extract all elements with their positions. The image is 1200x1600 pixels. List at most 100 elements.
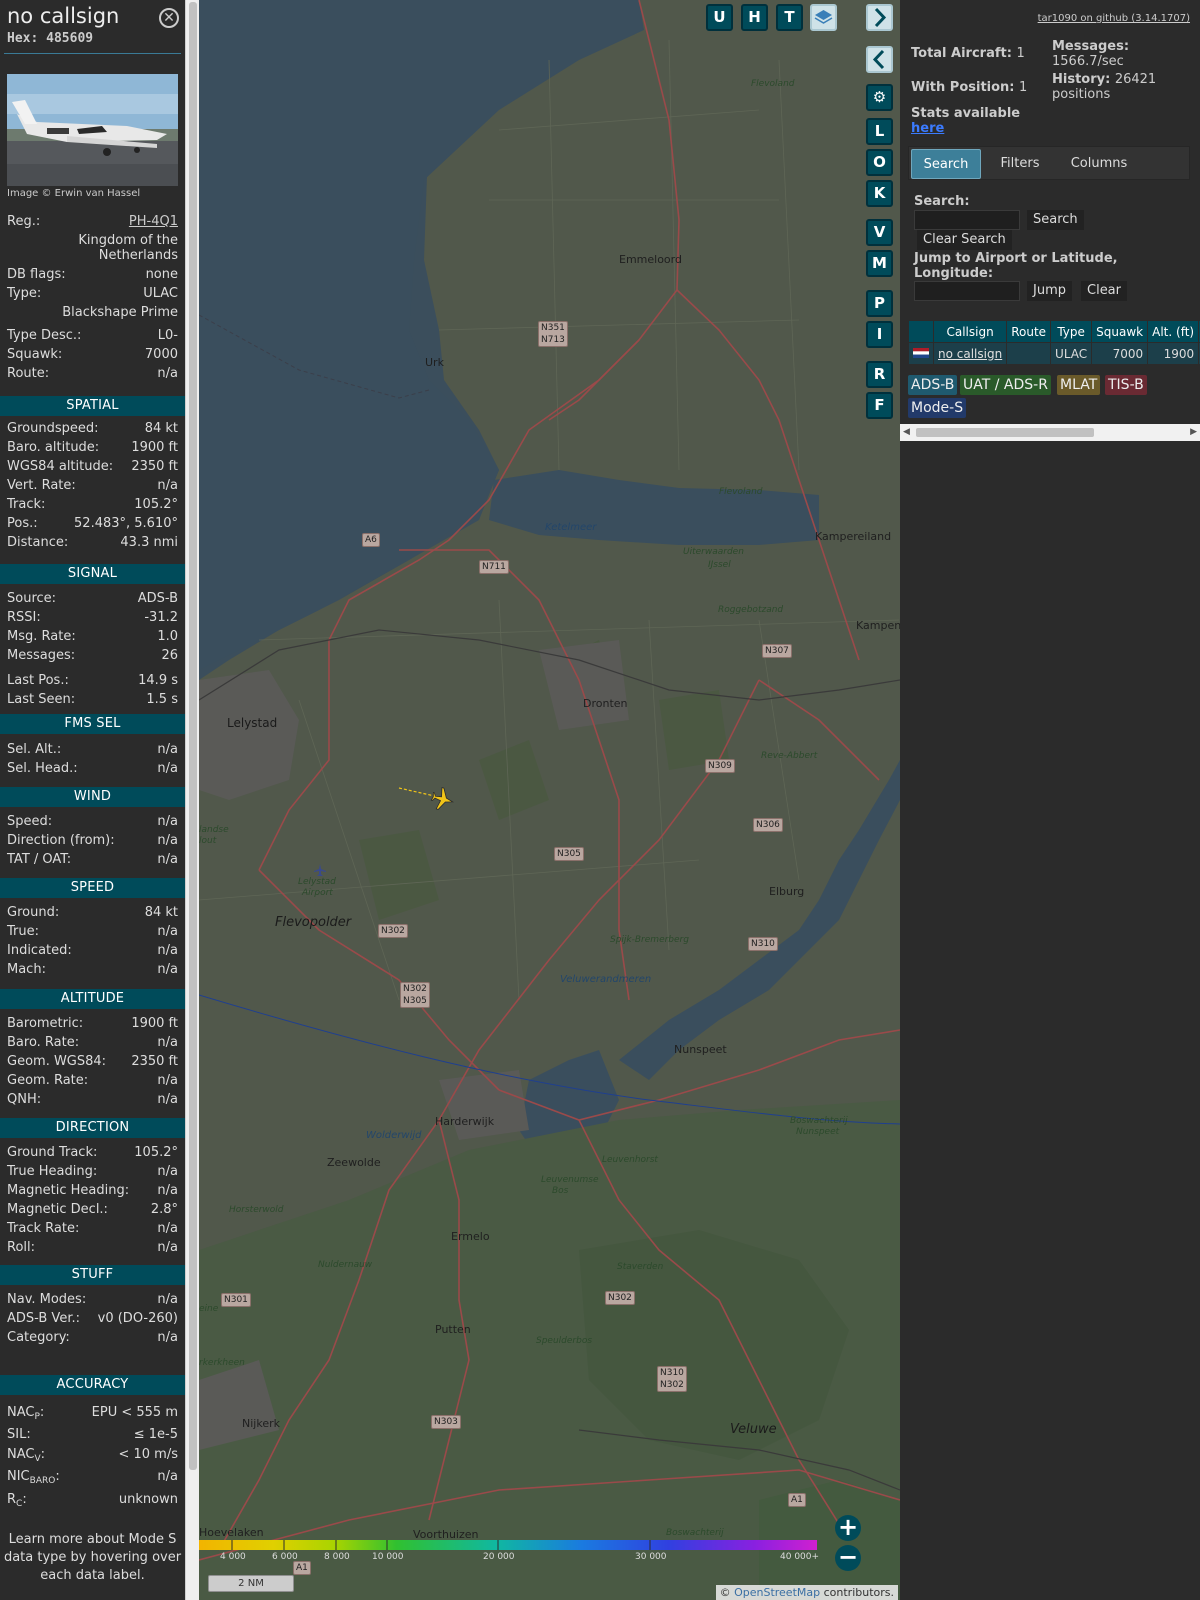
jump-input[interactable] [914,281,1020,301]
label-veluwerandmeren: Veluwerandmeren [560,974,652,985]
toggle-v-button[interactable]: V [866,219,893,246]
layers-icon[interactable] [810,4,837,31]
label-harderwijk: Harderwijk [435,1115,495,1128]
col-callsign[interactable]: Callsign [932,320,1008,343]
fms-row-label[interactable]: Sel. Head.: [7,760,78,778]
signal-row-label[interactable]: Source: [7,590,56,608]
spatial-row-label[interactable]: Baro. altitude: [7,439,99,457]
speed-row-label[interactable]: Ground: [7,904,59,922]
speed-row-label[interactable]: Mach: [7,961,46,979]
spatial-row-label[interactable]: Track: [7,496,45,514]
signal-row-label[interactable]: Last Pos.: [7,672,69,690]
direction-row-value: n/a [157,1164,178,1179]
chevron-right-icon[interactable] [866,4,893,31]
direction-row-label[interactable]: Magnetic Decl.: [7,1201,108,1219]
table-row[interactable]: no callsign ULAC 7000 1900 [908,342,1200,365]
zoom-out-button[interactable]: − [835,1545,861,1571]
shield-n309: N309 [705,759,735,773]
direction-row-label[interactable]: True Heading: [7,1163,97,1181]
toggle-p-button[interactable]: P [866,290,893,317]
aircraft-photo[interactable] [7,74,178,186]
spatial-row-label[interactable]: Distance: [7,534,68,552]
signal-row-label[interactable]: Last Seen: [7,691,75,709]
shield-n310: N310 [748,937,778,951]
direction-row-label[interactable]: Roll: [7,1239,35,1257]
table-horizontal-scrollbar[interactable]: ◀ ▶ [900,424,1200,441]
label-airport: Lelystad [298,877,336,887]
close-icon[interactable]: ✕ [159,8,179,28]
toggle-u-button[interactable]: U [706,4,733,31]
col-type[interactable]: Type [1050,320,1093,343]
openstreetmap-link[interactable]: OpenStreetMap [734,1586,820,1599]
spatial-row-label[interactable]: Groundspeed: [7,420,98,438]
toggle-f-button[interactable]: F [866,392,893,419]
zoom-in-button[interactable]: + [835,1515,861,1541]
toggle-k-button[interactable]: K [866,180,893,207]
direction-row-label[interactable]: Track Rate: [7,1220,79,1238]
wind-row-label[interactable]: Direction (from): [7,832,115,850]
spatial-row-label[interactable]: Pos.: [7,515,38,533]
col-flag[interactable] [908,320,934,343]
direction-row-label[interactable]: Ground Track: [7,1144,97,1162]
signal-row-label[interactable]: RSSI: [7,609,41,627]
toggle-m-button[interactable]: M [866,250,893,277]
altitude-row-label[interactable]: Baro. Rate: [7,1034,79,1052]
scroll-left-icon[interactable]: ◀ [903,427,910,437]
tab-search[interactable]: Search [911,149,981,179]
clear-search-button[interactable]: Clear Search [917,230,1012,250]
spatial-row-label[interactable]: WGS84 altitude: [7,458,113,476]
fms-row: Sel. Alt.: n/a [7,741,178,759]
direction-row-label[interactable]: Magnetic Heading: [7,1182,129,1200]
label-putten: Putten [435,1323,471,1336]
altitude-row-label[interactable]: QNH: [7,1091,41,1109]
fms-row-label[interactable]: Sel. Alt.: [7,741,61,759]
toggle-t-button[interactable]: T [776,4,803,31]
stats-here-link[interactable]: here [911,121,944,136]
label-leuvenhorst: Leuvenhorst [602,1155,658,1165]
shield-a6: A6 [362,533,380,547]
gear-icon[interactable]: ⚙ [866,84,893,111]
stuff-row-label[interactable]: Category: [7,1329,70,1347]
col-route[interactable]: Route [1006,320,1052,343]
spatial-row-label[interactable]: Vert. Rate: [7,477,76,495]
horizontal-scroll-thumb[interactable] [916,428,1094,437]
stuff-row-label[interactable]: ADS-B Ver.: [7,1310,80,1328]
type-value: ULAC [143,286,178,301]
nic-label: NICBARO: [7,1469,60,1486]
toggle-i-button[interactable]: I [866,321,893,348]
search-button[interactable]: Search [1027,210,1084,230]
col-altitude[interactable]: Alt. (ft) [1147,320,1200,343]
history-stat: History: 26421 positions [1052,72,1157,102]
speed-row-label[interactable]: True: [7,923,39,941]
search-input[interactable] [914,210,1020,230]
altitude-row-label[interactable]: Geom. Rate: [7,1072,88,1090]
speed-row-label[interactable]: Indicated: [7,942,72,960]
wind-row-label[interactable]: Speed: [7,813,52,831]
scrollbar-thumb[interactable] [189,2,197,1470]
row-callsign[interactable]: no callsign [932,342,1008,365]
github-link[interactable]: tar1090 on github (3.14.1707) [1038,13,1190,24]
map-view[interactable]: Lelystad Dronten Emmeloord Urk Elburg Nu… [199,0,900,1600]
label-kampereiland: Kampereiland [815,530,892,543]
map-attribution: © OpenStreetMap contributors. [715,1585,898,1600]
tab-filters[interactable]: Filters [989,149,1051,179]
label-flevoland-middle: Flevoland [719,487,763,497]
registration-link[interactable]: PH-4Q1 [129,213,178,231]
signal-row-label[interactable]: Msg. Rate: [7,628,76,646]
signal-row-label[interactable]: Messages: [7,647,75,665]
tab-columns[interactable]: Columns [1057,149,1141,179]
toggle-h-button[interactable]: H [741,4,768,31]
chevron-left-icon[interactable] [866,46,893,73]
clear-button[interactable]: Clear [1081,281,1127,301]
toggle-r-button[interactable]: R [866,361,893,388]
scroll-right-icon[interactable]: ▶ [1190,427,1197,437]
jump-button[interactable]: Jump [1027,281,1072,301]
toggle-o-button[interactable]: O [866,149,893,176]
stuff-row-label[interactable]: Nav. Modes: [7,1291,86,1309]
altitude-row-label[interactable]: Barometric: [7,1015,83,1033]
toggle-l-button[interactable]: L [866,118,893,145]
col-squawk[interactable]: Squawk [1091,320,1149,343]
altitude-row-label[interactable]: Geom. WGS84: [7,1053,106,1071]
info-panel-scrollbar[interactable] [185,0,199,1600]
wind-row-label[interactable]: TAT / OAT: [7,851,71,869]
